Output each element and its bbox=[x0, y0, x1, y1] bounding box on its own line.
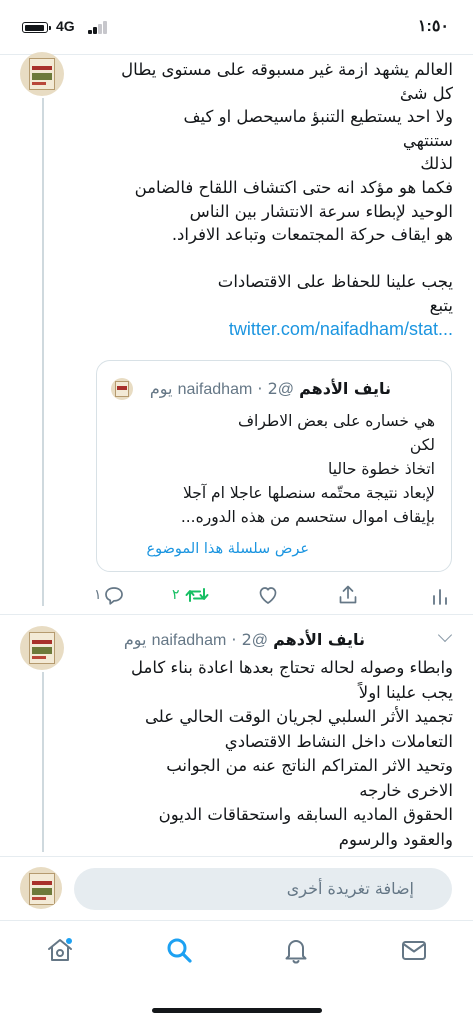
tweet-1-line: العالم يشهد ازمة غير مسبوقه على مستوى يط… bbox=[121, 60, 453, 79]
reply-composer-bar: إضافة تغريدة أخرى bbox=[0, 856, 473, 921]
tweet-2-line: الاخرى خارجه bbox=[359, 780, 453, 800]
tweet-1-line: ستنتهي bbox=[402, 130, 453, 150]
quote-line: لإبعاد نتيجة محتّمه سنصلها عاجلا ام آجلا bbox=[182, 484, 435, 502]
analytics-button[interactable] bbox=[428, 580, 452, 610]
analytics-icon bbox=[433, 589, 447, 605]
tweet-1-line: يتبع bbox=[429, 295, 453, 315]
tab-messages[interactable] bbox=[399, 935, 429, 965]
like-button[interactable] bbox=[254, 580, 282, 610]
tab-home[interactable] bbox=[45, 935, 75, 965]
thread-line bbox=[42, 672, 44, 852]
reply-button[interactable]: ١ bbox=[94, 580, 134, 610]
tweet-2-line: تجميد الأثر السلبي لجريان الوقت الحالي ع… bbox=[145, 707, 453, 726]
tweet-1-line: فكما هو مؤكد انه حتى اكتشاف اللقاح فالضا… bbox=[134, 177, 453, 197]
retweet-count: ٢ bbox=[172, 586, 180, 602]
share-icon bbox=[339, 585, 357, 604]
retweet-button[interactable]: ٢ bbox=[172, 580, 216, 610]
tweet-2-line: وابطاء وصوله لحاله تحتاج بعدها اعادة بنا… bbox=[131, 658, 453, 677]
tab-search[interactable] bbox=[164, 935, 194, 965]
home-indicator bbox=[152, 1008, 322, 1013]
signal-icon bbox=[88, 20, 110, 34]
tweet-2-line: التعاملات داخل النشاط الاقتصادي bbox=[224, 731, 453, 751]
chevron-down-icon[interactable] bbox=[437, 627, 453, 643]
messages-icon bbox=[402, 941, 426, 960]
quoted-tweet-card[interactable]: نايف الأدهم @naifadham · 2 يوم هي خساره … bbox=[96, 360, 452, 572]
reply-icon bbox=[105, 587, 123, 605]
bottom-tab-bar bbox=[0, 920, 473, 983]
battery-icon bbox=[22, 22, 51, 33]
user-avatar[interactable] bbox=[20, 867, 62, 909]
tweet-2-line: يجب علينا اولاً bbox=[358, 682, 453, 702]
tweet-2-line: وتحيد الاثر المتراكم الناتج عنه من الجوا… bbox=[166, 756, 453, 775]
avatar[interactable] bbox=[20, 52, 64, 96]
tweet-2-text: وابطاء وصوله لحاله تحتاج بعدها اعادة بنا… bbox=[93, 656, 453, 852]
quote-line: اتخاذ خطوة حاليا bbox=[328, 460, 435, 478]
search-icon bbox=[167, 938, 192, 963]
network-label: 4G bbox=[56, 18, 75, 34]
avatar[interactable] bbox=[20, 626, 64, 670]
quote-text: هي خساره على بعض الاطراف لكن اتخاذ خطوة … bbox=[115, 409, 435, 529]
top-divider bbox=[0, 54, 473, 55]
status-time: ١:٥٠ bbox=[417, 18, 449, 35]
tweet-1-line: هو ايقاف حركة المجتمعات وتباعد الافراد. bbox=[171, 225, 453, 245]
share-button[interactable] bbox=[334, 580, 362, 610]
tweet-1-line: كل شئ bbox=[399, 83, 453, 103]
thread-line bbox=[42, 98, 44, 606]
tweet-1-text: العالم يشهد ازمة غير مسبوقه على مستوى يط… bbox=[93, 58, 453, 341]
author-name[interactable]: نايف الأدهم bbox=[273, 630, 365, 649]
tweet-2-header: نايف الأدهم @naifadham · 2 يوم bbox=[124, 630, 365, 650]
tab-notifications[interactable] bbox=[281, 935, 311, 965]
status-bar: 4G ١:٥٠ bbox=[0, 0, 473, 50]
tweet-divider bbox=[0, 614, 473, 615]
reply-count: ١ bbox=[94, 586, 102, 602]
quote-line: هي خساره على بعض الاطراف bbox=[237, 412, 435, 430]
tweet-2-line: والعقود والرسوم bbox=[338, 829, 453, 849]
quote-author-name: نايف الأدهم bbox=[299, 379, 391, 398]
quote-avatar bbox=[111, 378, 133, 400]
home-icon bbox=[48, 938, 72, 961]
add-tweet-input[interactable]: إضافة تغريدة أخرى bbox=[74, 868, 452, 910]
show-thread-link[interactable]: عرض سلسلة هذا الموضوع bbox=[109, 541, 309, 557]
quote-line: لكن bbox=[409, 436, 435, 454]
notifications-icon bbox=[285, 940, 307, 964]
tweet-1-line: الوحيد لإبطاء سرعة الانتشار بين الناس bbox=[189, 201, 453, 221]
tweet-1-line bbox=[93, 247, 453, 271]
tweet-2-line: الحقوق الماديه السابقه واستحقاقات الديون bbox=[158, 805, 453, 824]
retweet-icon bbox=[185, 588, 209, 602]
heart-icon bbox=[259, 587, 277, 604]
quote-header: نايف الأدهم @naifadham · 2 يوم bbox=[150, 379, 391, 399]
tweet-1-line: ولا احد يستطيع التنبؤ ماسيحصل او كيف bbox=[183, 107, 453, 127]
add-tweet-placeholder: إضافة تغريدة أخرى bbox=[286, 879, 414, 898]
tweet-link[interactable]: twitter.com/naifadham/stat... bbox=[93, 318, 453, 342]
tweet-1-line: يجب علينا للحفاظ على الاقتصادات bbox=[217, 272, 453, 292]
quote-line: بإيقاف اموال ستحسم من هذه الدوره... bbox=[180, 508, 435, 526]
tweet-1-actions: ١ ٢ bbox=[0, 580, 473, 610]
tweet-1-line: لذلك bbox=[420, 154, 453, 174]
